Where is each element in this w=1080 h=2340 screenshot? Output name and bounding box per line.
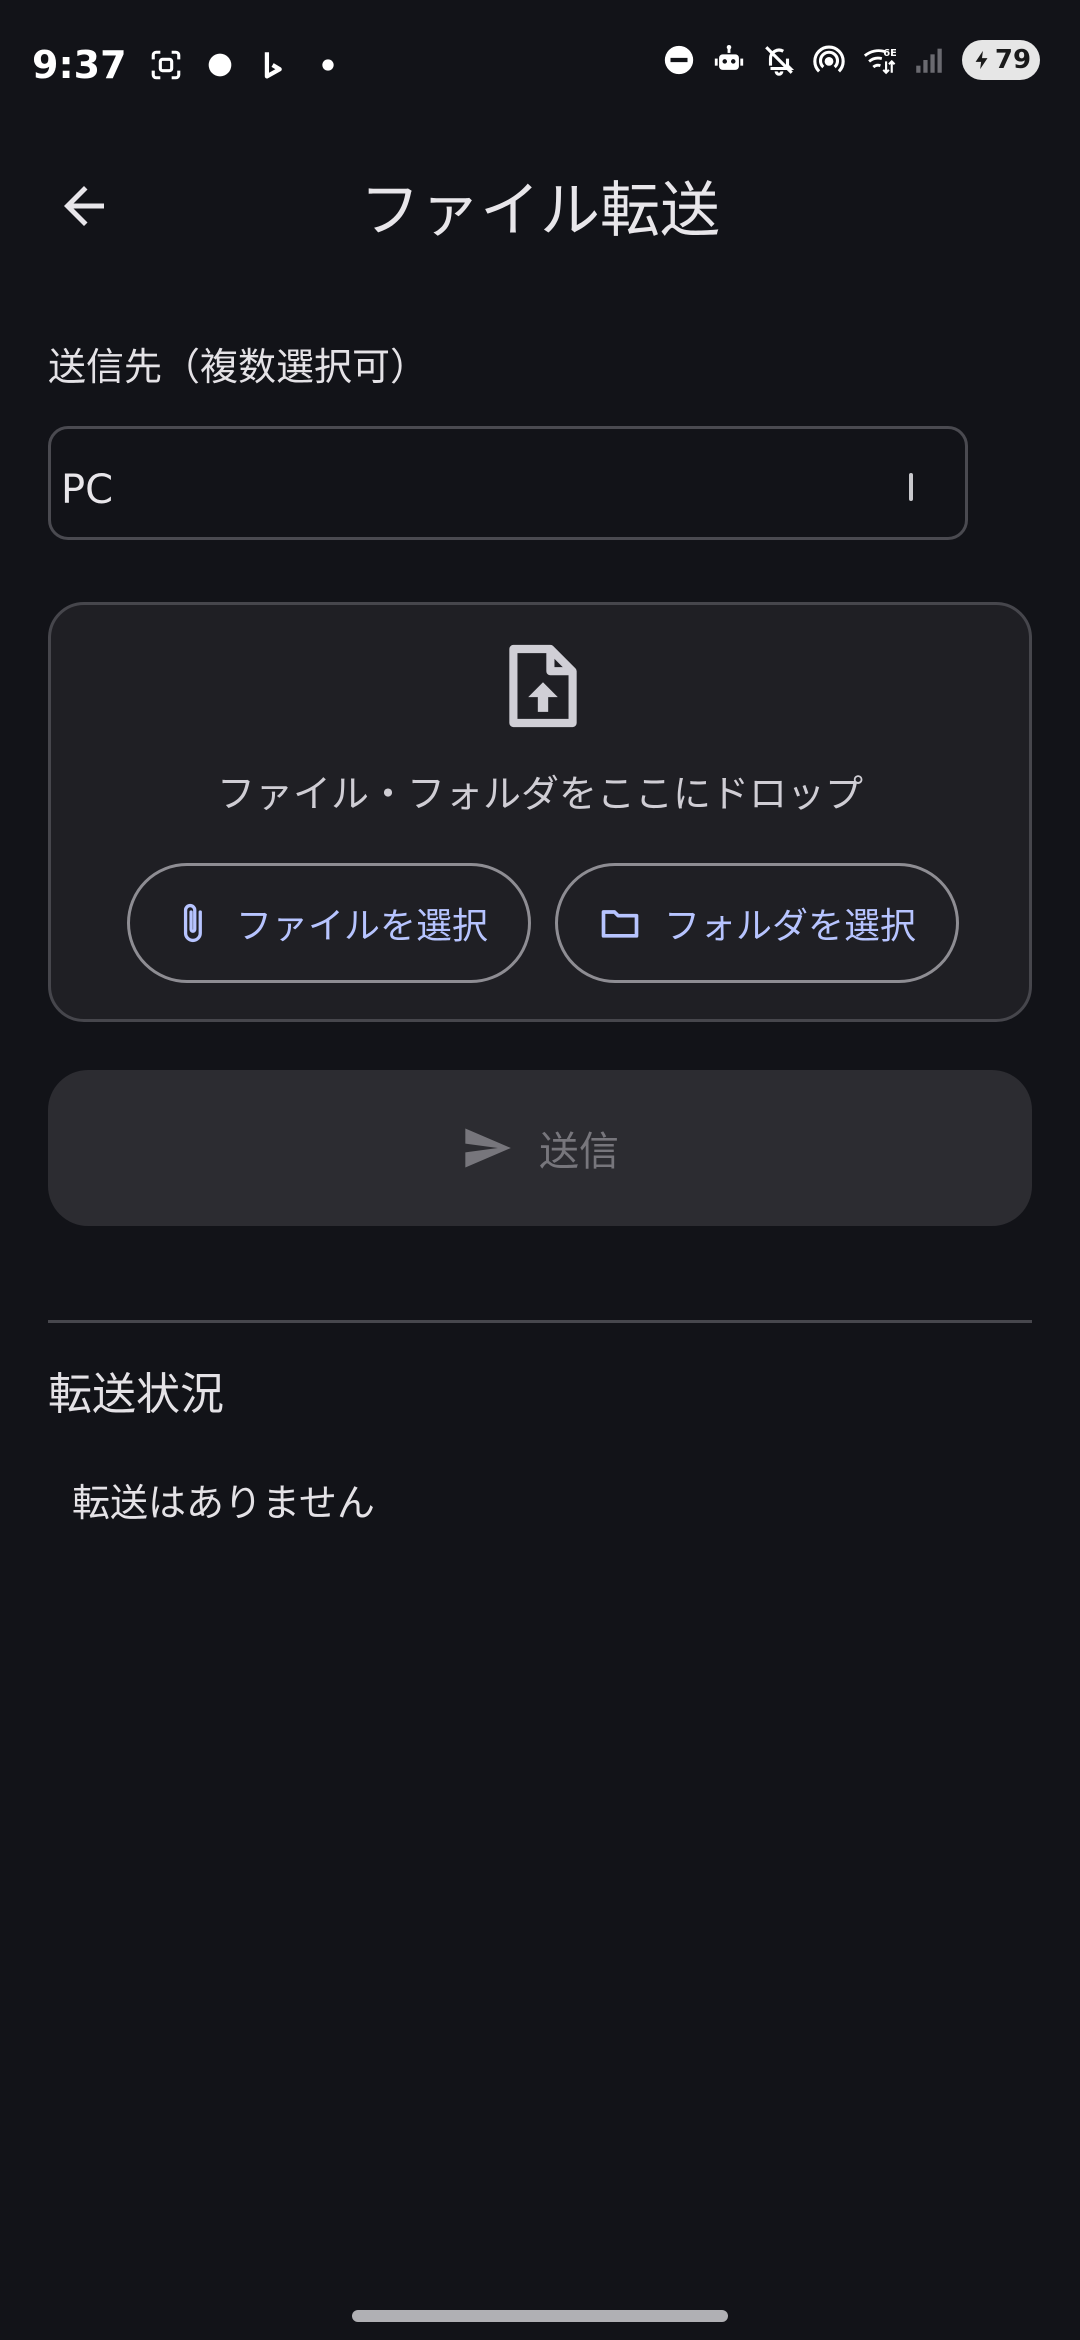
destination-field[interactable]: PC xyxy=(48,426,968,540)
wifi-6e-icon: 6E xyxy=(862,43,896,77)
svg-text:6E: 6E xyxy=(883,48,896,59)
status-bar: 9:37 6E 79 xyxy=(0,0,1080,130)
destination-label: 送信先（複数選択可） xyxy=(48,345,429,389)
destination-value: PC xyxy=(61,467,114,513)
signal-icon xyxy=(912,43,946,77)
dnd-icon xyxy=(662,43,696,77)
screen: 9:37 6E 79 ファイル転送 送信先（複数選択可） PC ファイル・フォル… xyxy=(0,0,1080,2340)
paperclip-icon xyxy=(183,904,202,942)
charging-bolt-icon xyxy=(975,50,988,70)
battery-indicator: 79 xyxy=(962,40,1040,80)
drop-zone[interactable]: ファイル・フォルダをここにドロップ ファイルを選択 フォルダを選択 xyxy=(48,602,1032,1022)
folder-icon xyxy=(601,910,639,938)
upload-file-icon xyxy=(509,644,577,728)
text-caret xyxy=(909,473,913,501)
divider xyxy=(48,1320,1032,1323)
bing-icon xyxy=(257,48,291,82)
mute-icon xyxy=(762,43,796,77)
robot-icon xyxy=(712,43,746,77)
transfer-status-heading: 転送状況 xyxy=(48,1369,224,1420)
select-folder-label: フォルダを選択 xyxy=(663,906,916,947)
hotspot-icon xyxy=(812,43,846,77)
home-indicator[interactable] xyxy=(352,2310,728,2322)
screenshot-icon xyxy=(149,48,183,82)
record-dot-icon xyxy=(203,48,237,82)
select-folder-button[interactable]: フォルダを選択 xyxy=(555,863,959,983)
battery-level: 79 xyxy=(994,45,1032,75)
status-right-icons: 6E 79 xyxy=(662,40,1040,80)
small-dot-icon xyxy=(311,48,345,82)
status-time: 9:37 xyxy=(32,43,127,87)
top-app-bar: ファイル転送 xyxy=(0,140,1080,260)
drop-zone-text: ファイル・フォルダをここにドロップ xyxy=(216,772,863,816)
transfer-empty-text: 転送はありません xyxy=(72,1481,375,1525)
select-file-label: ファイルを選択 xyxy=(235,906,488,947)
page-title: ファイル転送 xyxy=(360,176,720,246)
send-button[interactable]: 送信 xyxy=(48,1070,1032,1226)
select-file-button[interactable]: ファイルを選択 xyxy=(127,863,531,983)
send-icon xyxy=(465,1128,511,1168)
send-label: 送信 xyxy=(539,1129,619,1175)
status-left-icons xyxy=(149,48,345,82)
